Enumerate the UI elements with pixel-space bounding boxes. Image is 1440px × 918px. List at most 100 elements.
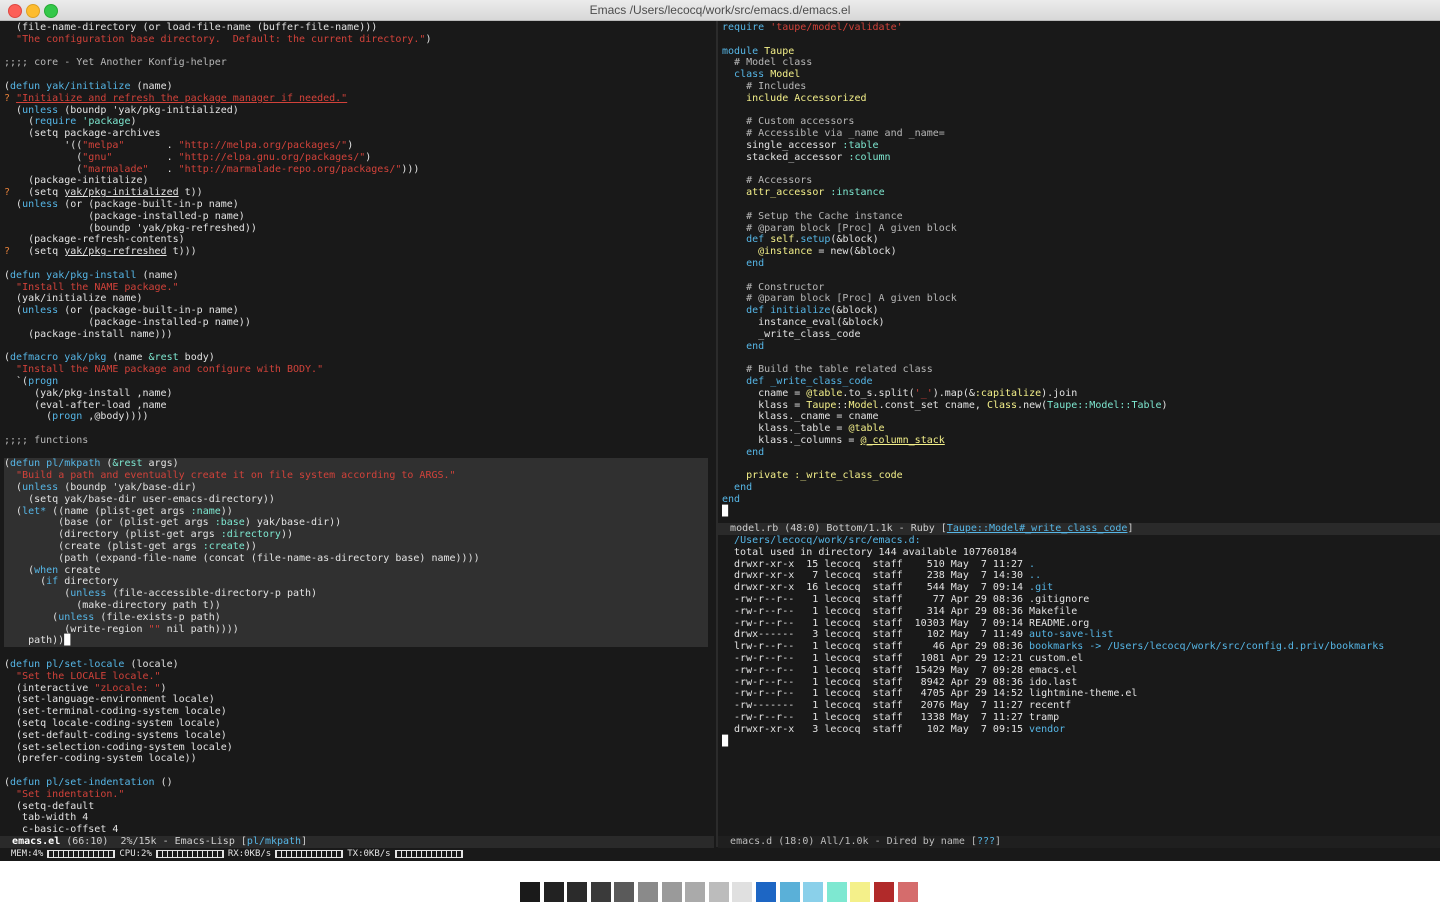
code-line[interactable]: # Model class <box>722 57 1436 69</box>
code-line[interactable] <box>722 352 1436 364</box>
code-line[interactable] <box>722 199 1436 211</box>
code-line[interactable]: # Accessible via _name and _name= <box>722 128 1436 140</box>
code-line[interactable] <box>4 341 708 353</box>
code-line[interactable]: (setq yak/base-dir user-emacs-directory)… <box>4 493 708 506</box>
code-line[interactable]: (if directory <box>4 576 708 589</box>
code-line[interactable]: ("marmalade" . "http://marmalade-repo.or… <box>4 164 708 176</box>
code-line[interactable]: (unless (file-accessible-directory-p pat… <box>4 588 708 601</box>
dired-pane[interactable]: /Users/lecocq/work/src/emacs.d: total us… <box>722 535 1436 835</box>
code-line[interactable] <box>722 458 1436 470</box>
code-line[interactable]: tab-width 4 <box>4 812 708 824</box>
code-line[interactable]: (unless (boundp 'yak/base-dir) <box>4 482 708 494</box>
code-line[interactable] <box>722 34 1436 46</box>
code-line[interactable]: # Build the table related class <box>722 364 1436 376</box>
code-line[interactable]: "Build a path and eventually create it o… <box>4 470 708 483</box>
code-line[interactable]: drwxr-xr-x 16 lecocq staff 544 May 7 09:… <box>722 582 1436 594</box>
code-line[interactable]: -rw-r--r-- 1 lecocq staff 15429 May 7 09… <box>722 665 1436 677</box>
code-line[interactable]: require 'taupe/model/validate' <box>722 22 1436 34</box>
code-line[interactable] <box>722 164 1436 176</box>
window-divider[interactable] <box>716 21 718 847</box>
code-line[interactable]: drwxr-xr-x 15 lecocq staff 510 May 7 11:… <box>722 559 1436 571</box>
code-line[interactable]: "Set the LOCALE locale." <box>4 671 708 683</box>
code-line[interactable]: drwx------ 3 lecocq staff 102 May 7 11:4… <box>722 629 1436 641</box>
code-line[interactable]: (setq locale-coding-system locale) <box>4 718 708 730</box>
code-line[interactable]: (setq-default <box>4 801 708 813</box>
code-line[interactable]: # Custom accessors <box>722 116 1436 128</box>
code-line[interactable]: "Install the NAME package and configure … <box>4 364 708 376</box>
code-line[interactable]: cname = @table.to_s.split('_').map(&:cap… <box>722 388 1436 400</box>
code-line[interactable]: ? (setq yak/pkg-initialized t)) <box>4 187 708 199</box>
code-line[interactable]: # Constructor <box>722 282 1436 294</box>
code-line[interactable]: -rw-r--r-- 1 lecocq staff 4705 Apr 29 14… <box>722 688 1436 700</box>
code-line[interactable]: "Set indentation." <box>4 789 708 801</box>
code-line[interactable]: def initialize(&block) <box>722 305 1436 317</box>
code-line[interactable]: end <box>722 341 1436 353</box>
code-line[interactable]: drwxr-xr-x 7 lecocq staff 238 May 7 14:3… <box>722 570 1436 582</box>
code-line[interactable]: (write-region "" nil path)))) <box>4 623 708 636</box>
code-line[interactable]: # Setup the Cache instance <box>722 211 1436 223</box>
code-line[interactable]: (base (or (plist-get args :base) yak/bas… <box>4 517 708 530</box>
code-line[interactable]: (yak/initialize name) <box>4 293 708 305</box>
ruby-editor-pane[interactable]: require 'taupe/model/validate' module Tau… <box>722 22 1436 517</box>
code-line[interactable]: klass = Taupe::Model.const_set cname, Cl… <box>722 400 1436 412</box>
code-line[interactable]: █ <box>722 736 1436 748</box>
code-line[interactable]: instance_eval(&block) <box>722 317 1436 329</box>
code-line[interactable]: (set-terminal-coding-system locale) <box>4 706 708 718</box>
code-line[interactable]: lrw-r--r-- 1 lecocq staff 46 Apr 29 08:3… <box>722 641 1436 653</box>
code-line[interactable]: drwxr-xr-x 3 lecocq staff 102 May 7 09:1… <box>722 724 1436 736</box>
code-line[interactable]: -rw-r--r-- 1 lecocq staff 1081 Apr 29 12… <box>722 653 1436 665</box>
code-line[interactable]: (package-refresh-contents) <box>4 234 708 246</box>
emacs-lisp-editor-pane[interactable]: (file-name-directory (or load-file-name … <box>4 22 708 835</box>
code-line[interactable]: -rw-r--r-- 1 lecocq staff 77 Apr 29 08:3… <box>722 594 1436 606</box>
code-line[interactable]: # Includes <box>722 81 1436 93</box>
code-line[interactable]: (eval-after-load ,name <box>4 400 708 412</box>
code-line[interactable]: include Accessorized <box>722 93 1436 105</box>
code-line[interactable]: private :_write_class_code <box>722 470 1436 482</box>
code-line[interactable]: (unless (file-exists-p path) <box>4 611 708 624</box>
code-line[interactable]: (package-installed-p name) <box>4 211 708 223</box>
code-line[interactable] <box>722 105 1436 117</box>
code-line[interactable]: class Model <box>722 69 1436 81</box>
code-line[interactable] <box>4 447 708 459</box>
code-line[interactable]: @instance = new(&block) <box>722 246 1436 258</box>
code-line[interactable]: klass._table = @table <box>722 423 1436 435</box>
code-line[interactable]: def self.setup(&block) <box>722 234 1436 246</box>
code-line[interactable]: -rw-r--r-- 1 lecocq staff 10303 May 7 09… <box>722 618 1436 630</box>
code-line[interactable]: (defun pl/set-indentation () <box>4 777 708 789</box>
code-line[interactable]: ;;;; functions <box>4 435 708 447</box>
code-line[interactable]: █ <box>722 506 1436 517</box>
code-line[interactable]: (defun pl/set-locale (locale) <box>4 659 708 671</box>
code-line[interactable]: (when create <box>4 564 708 577</box>
code-line[interactable]: -rw------- 1 lecocq staff 2076 May 7 11:… <box>722 700 1436 712</box>
code-line[interactable]: (prefer-coding-system locale)) <box>4 753 708 765</box>
code-line[interactable]: klass._cname = cname <box>722 411 1436 423</box>
code-line[interactable]: (directory (plist-get args :directory)) <box>4 529 708 542</box>
code-line[interactable]: (set-selection-coding-system locale) <box>4 742 708 754</box>
code-line[interactable]: (progn ,@body)))) <box>4 411 708 423</box>
code-line[interactable]: -rw-r--r-- 1 lecocq staff 1338 May 7 11:… <box>722 712 1436 724</box>
code-line[interactable]: '(("melpa" . "http://melpa.org/packages/… <box>4 140 708 152</box>
code-line[interactable]: klass._columns = @_column_stack <box>722 435 1436 447</box>
code-line[interactable]: "The configuration base directory. Defau… <box>4 34 708 46</box>
code-line[interactable]: (unless (or (package-built-in-p name) <box>4 199 708 211</box>
code-line[interactable] <box>4 46 708 58</box>
code-line[interactable]: end <box>722 447 1436 459</box>
code-line[interactable]: (set-default-coding-systems locale) <box>4 730 708 742</box>
code-line[interactable]: (let* ((name (plist-get args :name)) <box>4 505 708 518</box>
code-line[interactable]: (create (plist-get args :create)) <box>4 541 708 553</box>
code-line[interactable]: _write_class_code <box>722 329 1436 341</box>
code-line[interactable] <box>4 423 708 435</box>
code-line[interactable]: "Install the NAME package." <box>4 282 708 294</box>
code-line[interactable]: -rw-r--r-- 1 lecocq staff 8942 Apr 29 08… <box>722 677 1436 689</box>
code-line[interactable]: path))█ <box>4 635 708 648</box>
code-line[interactable] <box>4 647 708 659</box>
code-line[interactable]: (defun yak/initialize (name) <box>4 81 708 93</box>
code-line[interactable]: (set-language-environment locale) <box>4 694 708 706</box>
code-line[interactable]: end <box>722 258 1436 270</box>
code-line[interactable] <box>4 258 708 270</box>
code-line[interactable]: (setq package-archives <box>4 128 708 140</box>
code-line[interactable]: (defun yak/pkg-install (name) <box>4 270 708 282</box>
code-line[interactable]: (unless (boundp 'yak/pkg-initialized) <box>4 105 708 117</box>
code-line[interactable]: ? "Initialize and refresh the package ma… <box>4 93 708 105</box>
code-line[interactable]: `(progn <box>4 376 708 388</box>
